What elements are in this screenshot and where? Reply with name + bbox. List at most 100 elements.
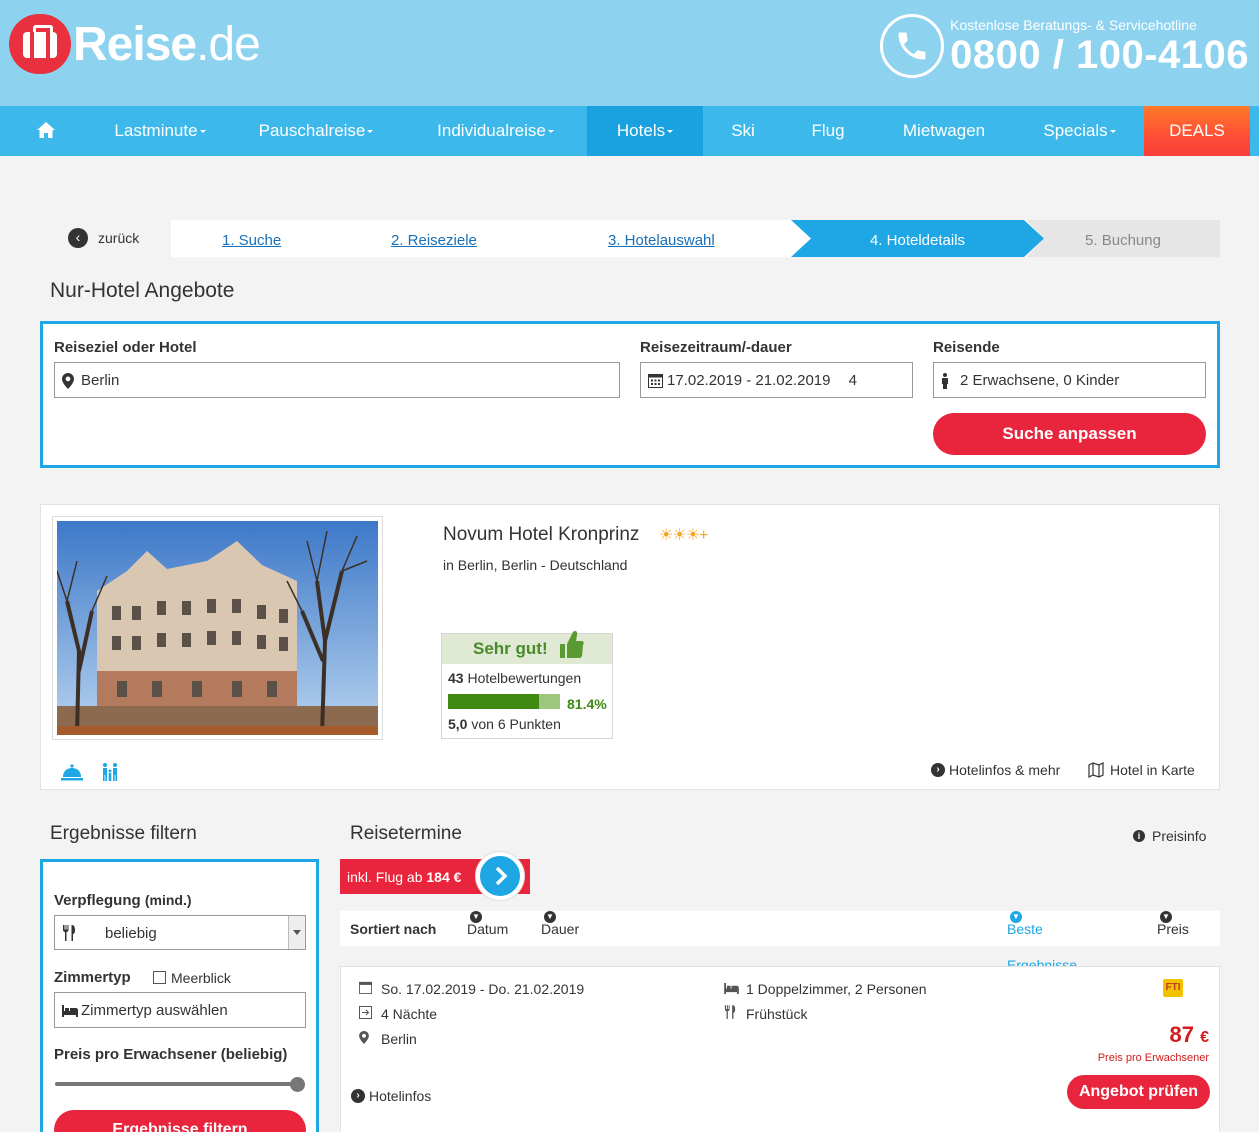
price-info-label: Preisinfo <box>1152 828 1207 844</box>
thumbs-up-icon <box>560 631 584 658</box>
nav-label: Specials <box>1043 121 1108 140</box>
offer-card: So. 17.02.2019 - Do. 21.02.2019 4 Nächte… <box>340 966 1220 1132</box>
recommend-bar-fill <box>448 694 540 709</box>
back-link[interactable]: ‹ zurück <box>68 228 139 248</box>
sort-bar: Sortiert nach Datum ▼ Dauer ▼ Beste Ergebn… <box>340 911 1220 973</box>
suitcase-icon <box>9 14 71 74</box>
board-value: beliebig <box>105 925 157 942</box>
person-icon <box>941 363 949 402</box>
duration-value: 4 <box>848 372 857 389</box>
chevron-right-icon: › <box>931 763 945 777</box>
nav-specials[interactable]: Specials <box>1015 106 1144 156</box>
checkbox-icon[interactable] <box>153 971 166 984</box>
nav-label: DEALS <box>1169 121 1225 140</box>
recommend-bar <box>448 694 560 709</box>
step-hotelauswahl[interactable]: 3. Hotelauswahl <box>608 220 715 257</box>
hotline-number[interactable]: 0800 / 100-4106 <box>950 33 1249 77</box>
bed-icon <box>62 993 78 1030</box>
offer-hotelinfo-link[interactable]: › Hotelinfos <box>351 1088 431 1104</box>
period-value: 17.02.2019 - 21.02.2019 <box>667 372 831 389</box>
step-suche[interactable]: 1. Suche <box>222 220 281 257</box>
sort-label: Sortiert nach <box>350 921 437 937</box>
nav-individualreise[interactable]: Individualreise <box>404 106 587 156</box>
seaview-checkbox[interactable]: Meerblick <box>153 970 231 986</box>
nav-pauschalreise[interactable]: Pauschalreise <box>228 106 404 156</box>
rating-label: Sehr gut! <box>473 639 548 658</box>
price-slider-handle[interactable] <box>290 1077 305 1092</box>
nav-label: Flug <box>811 121 845 140</box>
filter-submit-button[interactable]: Ergebnisse filtern <box>54 1110 306 1132</box>
destination-field[interactable]: Berlin <box>54 362 620 398</box>
search-submit-button[interactable]: Suche anpassen <box>933 413 1206 455</box>
room-type-field[interactable]: Zimmertyp auswählen <box>54 992 306 1028</box>
logo-text: Reise <box>73 17 197 71</box>
nav-label: Pauschalreise <box>258 121 366 140</box>
chevron-right-icon <box>495 866 508 886</box>
hotel-photo-image <box>57 521 378 735</box>
chevron-right-icon: › <box>351 1089 365 1103</box>
offer-currency: € <box>1200 1029 1209 1046</box>
rating-box: Sehr gut! 43 Hotelbewertungen 81.4% 5,0 … <box>441 631 613 739</box>
nav-label: Lastminute <box>114 121 198 140</box>
logo-suffix: .de <box>196 17 261 71</box>
offer-room: 1 Doppelzimmer, 2 Personen <box>746 981 927 997</box>
step-reiseziele[interactable]: 2. Reiseziele <box>391 220 477 257</box>
caret-down-icon <box>667 130 674 134</box>
hotel-photo[interactable] <box>52 516 383 740</box>
nav-hotels[interactable]: Hotels <box>587 106 703 156</box>
filter-title: Ergebnisse filtern <box>50 823 197 844</box>
price-slider-track[interactable] <box>55 1082 297 1086</box>
search-form: Reiseziel oder Hotel Berlin Reisezeitrau… <box>40 321 1220 468</box>
booking-steps: 1. Suche 2. Reiseziele 3. Hotelauswahl 4… <box>171 220 1220 257</box>
nav-label: Hotels <box>616 121 666 140</box>
score-suffix: von 6 Punkten <box>471 716 561 732</box>
step-buchung: 5. Buchung <box>1026 220 1220 257</box>
travelers-field[interactable]: 2 Erwachsene, 0 Kinder <box>933 362 1206 398</box>
hotel-card: Novum Hotel Kronprinz ☀☀☀+ in Berlin, Be… <box>40 504 1220 790</box>
price-info-link[interactable]: i Preisinfo <box>1133 828 1206 844</box>
dropdown-arrow-icon[interactable] <box>288 916 305 949</box>
score-value: 5,0 <box>448 716 468 732</box>
nav-home[interactable] <box>0 106 92 156</box>
nav-ski[interactable]: Ski <box>703 106 783 156</box>
hotel-info-label: Hotelinfos & mehr <box>949 762 1061 778</box>
family-icon <box>103 763 117 781</box>
hotel-map-label: Hotel in Karte <box>1110 762 1195 778</box>
bed-icon <box>724 982 742 997</box>
destination-label: Reiseziel oder Hotel <box>54 339 197 356</box>
calendar-icon <box>359 981 377 997</box>
offer-nights: 4 Nächte <box>381 1006 438 1022</box>
chevron-down-icon: ▼ <box>1010 911 1022 923</box>
flight-next-button[interactable] <box>476 852 524 900</box>
hotel-info-link[interactable]: › Hotelinfos & mehr <box>931 762 1060 778</box>
review-label: Hotelbewertungen <box>467 670 582 686</box>
board-hint: (mind.) <box>144 892 192 908</box>
period-field[interactable]: 17.02.2019 - 21.02.2019 4 <box>640 362 913 398</box>
check-offer-button[interactable]: Angebot prüfen <box>1067 1075 1210 1109</box>
offer-hotelinfo-label: Hotelinfos <box>369 1088 432 1104</box>
hotel-name: Novum Hotel Kronprinz <box>443 524 640 545</box>
map-pin-icon <box>62 363 74 402</box>
nav-mietwagen[interactable]: Mietwagen <box>873 106 1015 156</box>
site-logo[interactable]: Reise.de <box>9 14 261 74</box>
destination-value: Berlin <box>81 372 120 389</box>
chevron-down-icon: ▼ <box>470 911 482 923</box>
home-icon <box>37 122 55 138</box>
nav-deals[interactable]: DEALS <box>1144 106 1250 156</box>
caret-down-icon <box>199 130 206 134</box>
offer-price: 87 <box>1169 1022 1194 1047</box>
map-icon <box>1088 762 1104 778</box>
step-hoteldetails: 4. Hoteldetails <box>791 220 1044 257</box>
offer-board: Frühstück <box>746 1005 808 1022</box>
hotel-location: in Berlin, Berlin - Deutschland <box>443 557 628 573</box>
nav-lastminute[interactable]: Lastminute <box>92 106 228 156</box>
hotel-map-link[interactable]: Hotel in Karte <box>1088 762 1195 778</box>
hotel-stars: ☀☀☀+ <box>659 527 708 544</box>
hotline: Kostenlose Beratungs- & Servicehotline 0… <box>880 14 1249 78</box>
seaview-label: Meerblick <box>171 970 231 986</box>
nav-flug[interactable]: Flug <box>783 106 873 156</box>
back-label: zurück <box>98 230 140 246</box>
hotline-label: Kostenlose Beratungs- & Servicehotline <box>950 17 1197 33</box>
flight-price: 184 € <box>426 869 462 885</box>
board-select[interactable]: beliebig <box>54 915 306 950</box>
